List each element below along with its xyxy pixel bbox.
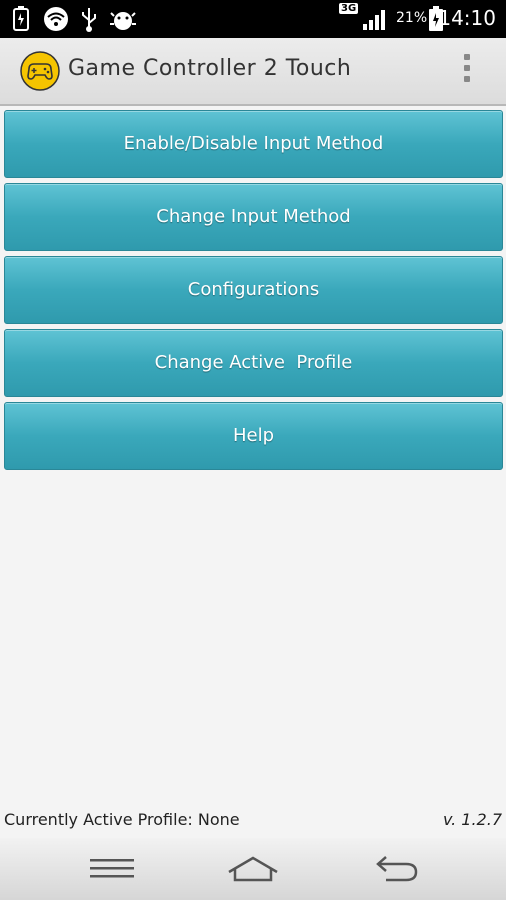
- change-input-method-button[interactable]: Change Input Method: [4, 183, 503, 251]
- enable-disable-input-method-button[interactable]: Enable/Disable Input Method: [4, 110, 503, 178]
- network-type-label: 3G: [339, 3, 359, 14]
- menu-icon[interactable]: [82, 850, 142, 886]
- gamepad-icon: [20, 51, 60, 91]
- android-debug-icon: [110, 12, 136, 30]
- configurations-button[interactable]: Configurations: [4, 256, 503, 324]
- active-profile-status: Currently Active Profile: None: [4, 810, 240, 829]
- battery-percent: 21%: [396, 10, 428, 26]
- back-icon[interactable]: [366, 850, 426, 886]
- version-label: v. 1.2.7: [442, 810, 502, 829]
- navigation-bar: [0, 838, 506, 900]
- help-button[interactable]: Help: [4, 402, 503, 470]
- signal-icon: [363, 10, 385, 30]
- clock: 14:10: [438, 6, 496, 30]
- usb-battery-icon: [13, 6, 29, 31]
- wifi-icon: [44, 7, 68, 31]
- overflow-menu-icon[interactable]: [460, 54, 474, 88]
- home-icon[interactable]: [223, 850, 283, 886]
- app-title: Game Controller 2 Touch: [68, 56, 352, 81]
- action-bar: Game Controller 2 Touch: [0, 38, 506, 106]
- main-menu: Enable/Disable Input Method Change Input…: [4, 110, 503, 475]
- usb-icon: [82, 8, 96, 32]
- change-active-profile-button[interactable]: Change Active Profile: [4, 329, 503, 397]
- status-bar: 3G 21% 14:10: [0, 0, 506, 38]
